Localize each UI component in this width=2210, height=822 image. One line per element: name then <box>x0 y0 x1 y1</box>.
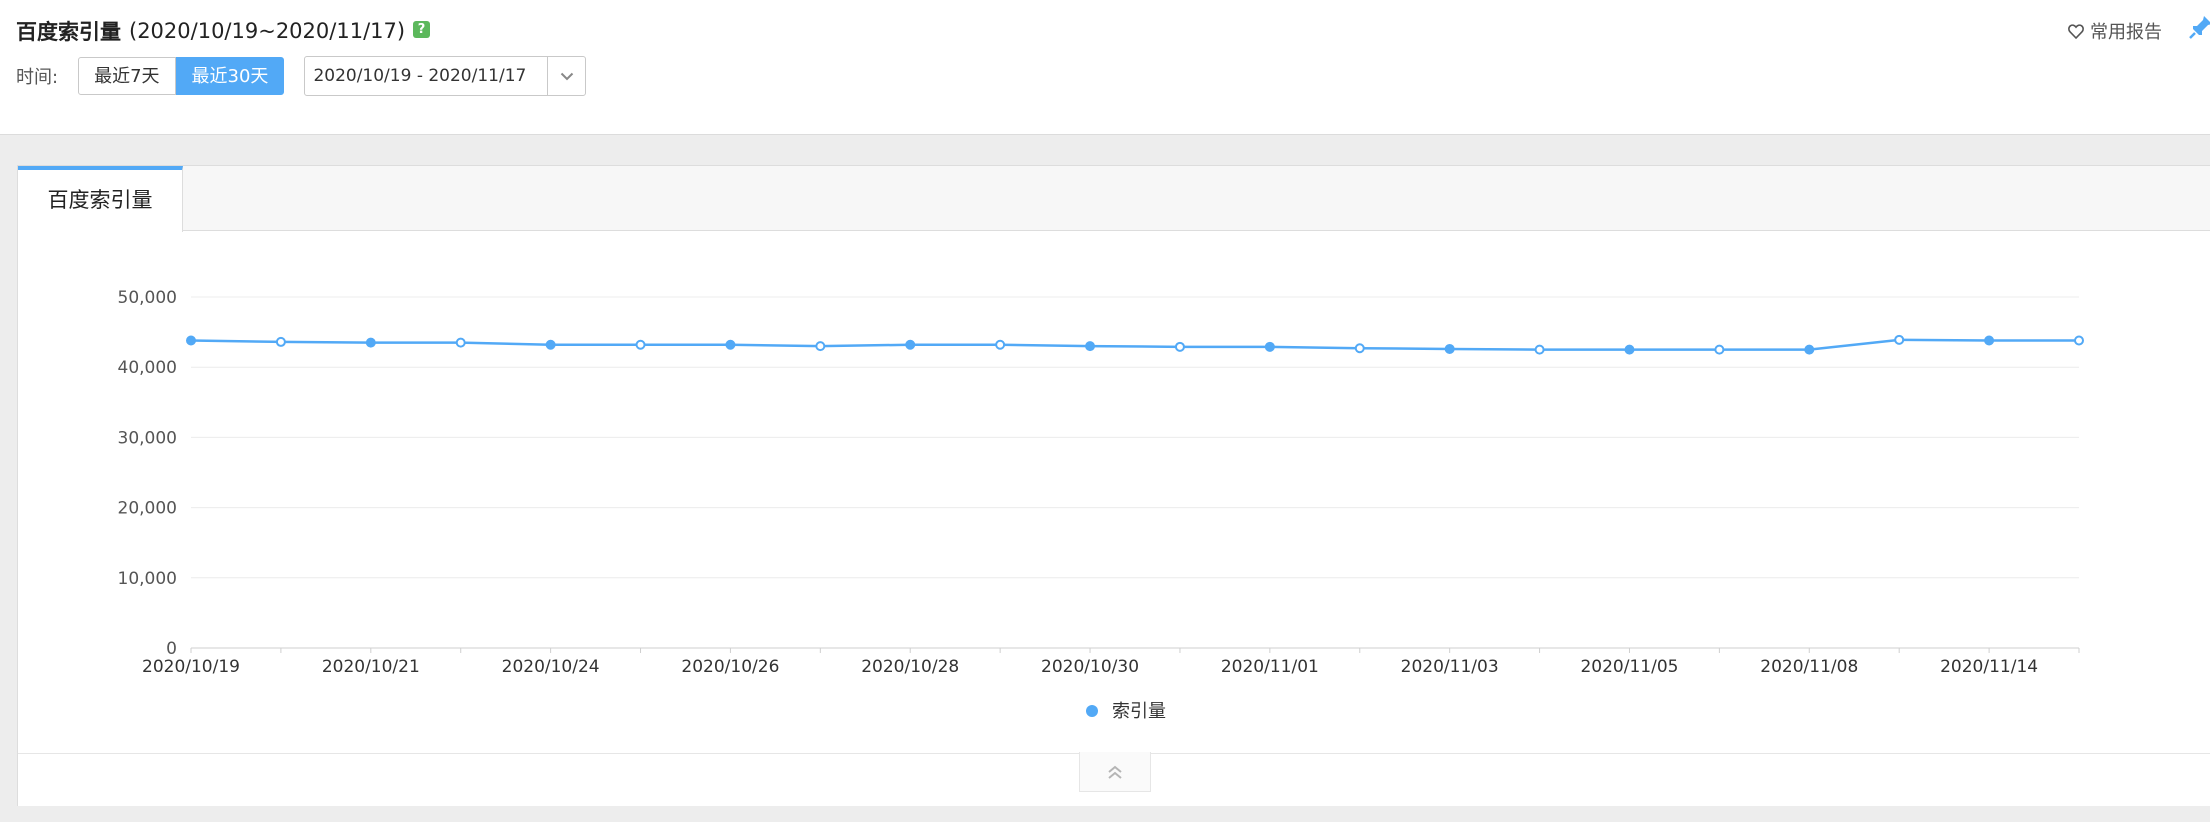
data-point <box>1444 343 1455 354</box>
x-tick-label: 2020/11/05 <box>1580 657 1678 677</box>
x-tick-label: 2020/10/30 <box>1041 657 1139 677</box>
data-point <box>1624 344 1635 355</box>
double-chevron-up-icon <box>1108 765 1122 779</box>
data-point <box>365 337 376 348</box>
x-tick-label: 2020/10/19 <box>142 657 240 677</box>
data-point <box>2074 335 2084 346</box>
data-point <box>455 337 466 348</box>
x-tick-label: 2020/10/24 <box>502 657 600 677</box>
data-point <box>635 339 646 350</box>
favorite-label: 常用报告 <box>2090 22 2162 43</box>
x-tick-label: 2020/10/21 <box>322 657 420 677</box>
data-point <box>815 341 826 352</box>
index-line-chart: 0 10,000 20,000 30,000 40,000 50,000 2020/10/1… <box>118 288 2084 722</box>
data-point <box>905 339 916 350</box>
x-tick-label: 2020/11/08 <box>1760 657 1858 677</box>
data-point <box>995 339 1006 350</box>
x-tick-label: 2020/11/01 <box>1221 657 1319 677</box>
data-point <box>275 336 286 347</box>
y-tick-label: 50,000 <box>118 288 177 308</box>
x-tick-label: 2020/10/26 <box>681 657 779 677</box>
x-tick-label: 2020/11/03 <box>1401 657 1499 677</box>
y-tick-label: 20,000 <box>118 499 177 519</box>
last-30-days-button[interactable]: 最近30天 <box>175 57 285 95</box>
data-point <box>1894 334 1905 345</box>
data-point <box>1354 343 1365 354</box>
series-line-index <box>190 338 2079 351</box>
chart-panel: 百度索引量 0 10,000 20,000 30,000 40,000 50,000 202… <box>17 165 2210 806</box>
legend-marker <box>1086 705 1098 717</box>
date-range-value: 2020/10/19 - 2020/11/17 <box>313 66 527 86</box>
report-header: 百度索引量 (2020/10/19~2020/11/17) ? 常用报告 时间:… <box>0 0 2210 135</box>
y-tick-label: 0 <box>166 639 177 659</box>
chevron-down-icon[interactable] <box>547 57 585 95</box>
data-point <box>1534 344 1545 355</box>
y-tick-label: 40,000 <box>118 358 177 378</box>
data-point <box>186 335 196 346</box>
range-button-group: 最近7天 最近30天 <box>78 57 285 95</box>
heart-icon <box>2068 23 2084 39</box>
data-point <box>1264 341 1275 352</box>
help-icon[interactable]: ? <box>413 20 431 38</box>
data-point <box>1174 341 1185 352</box>
y-tick-label: 10,000 <box>118 569 177 589</box>
time-filter-row: 时间: 最近7天 最近30天 2020/10/19 - 2020/11/17 <box>16 56 587 96</box>
data-point <box>545 339 556 350</box>
data-point <box>1804 344 1815 355</box>
data-point <box>1984 335 1995 346</box>
legend-label: 索引量 <box>1112 701 1166 722</box>
title-row: 百度索引量 (2020/10/19~2020/11/17) ? <box>16 16 431 46</box>
report-title: 百度索引量 <box>16 20 121 44</box>
x-tick-label: 2020/10/28 <box>861 657 959 677</box>
last-7-days-button[interactable]: 最近7天 <box>78 57 176 95</box>
x-tick-label: 2020/11/14 <box>1940 657 2038 677</box>
collapse-button[interactable] <box>1079 752 1151 792</box>
data-point <box>725 339 736 350</box>
favorite-report-button[interactable]: 常用报告 <box>2068 18 2162 44</box>
report-date-range: (2020/10/19~2020/11/17) <box>129 19 406 43</box>
y-tick-label: 30,000 <box>118 428 177 448</box>
date-range-picker[interactable]: 2020/10/19 - 2020/11/17 <box>304 56 587 96</box>
pin-icon[interactable] <box>2188 14 2210 44</box>
data-point <box>1085 341 1096 352</box>
time-label: 时间: <box>16 67 59 88</box>
data-point <box>1714 344 1725 355</box>
